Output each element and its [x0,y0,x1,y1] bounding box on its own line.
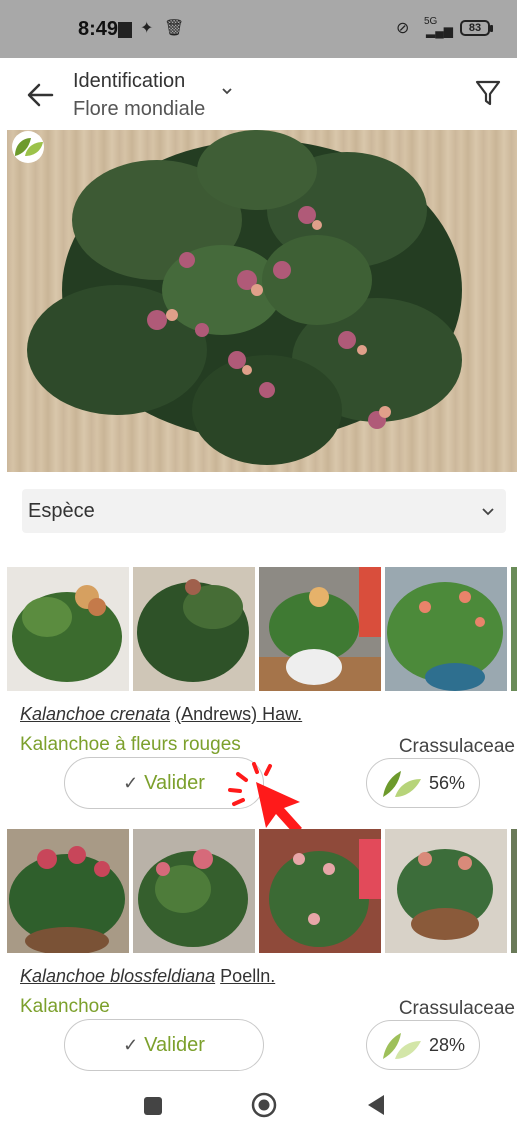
result-thumbnail[interactable] [259,829,381,953]
common-name: Kalanchoe [20,996,110,1017]
confidence-score: 56% [366,758,480,808]
home-button[interactable] [249,1091,279,1119]
check-icon: ✓ [123,773,139,793]
result-thumbnail[interactable] [259,567,381,691]
scientific-name[interactable]: Kalanchoe blossfeldiana Poelln. [20,966,275,987]
mute-icon: ⊘ [396,20,410,37]
common-name: Kalanchoe à fleurs rouges [20,734,241,755]
species-author: Poelln. [220,966,276,986]
result-thumbnail[interactable] [511,829,517,953]
back-nav-button[interactable] [364,1091,388,1119]
result-thumbnail[interactable] [385,829,507,953]
notification-square-icon [118,22,132,38]
flora-selector[interactable]: Flore mondiale [73,98,205,121]
species-name-link[interactable]: Kalanchoe blossfeldiana [20,966,215,986]
leaf-icon [12,131,44,163]
battery-indicator: 83 [460,20,493,36]
chevron-down-icon [482,508,494,516]
leaf-icon [383,1033,421,1059]
result-thumbnail[interactable] [511,567,517,691]
recents-button[interactable] [142,1091,164,1119]
query-photo[interactable] [7,130,517,472]
validate-button[interactable]: ✓ Valider [64,1019,264,1071]
validate-label: Valider [144,1034,205,1056]
family-name: Crassulaceae [398,736,515,757]
species-author: (Andrews) Haw. [175,704,303,724]
check-icon: ✓ [123,1035,139,1055]
arrow-left-icon[interactable] [24,80,56,110]
result-thumbnail[interactable] [133,829,255,953]
result-images [7,829,517,953]
app-header: Identification Flore mondiale [0,58,517,130]
filter-icon[interactable] [474,78,502,108]
status-time: 8:49 [78,18,119,40]
score-percent: 56% [429,773,466,793]
score-percent: 28% [429,1035,466,1055]
result-thumbnail[interactable] [385,567,507,691]
rank-dropdown[interactable]: Espèce [22,489,506,533]
result-thumbnail[interactable] [7,567,129,691]
rank-selected: Espèce [28,500,95,522]
result-thumbnail[interactable] [7,829,129,953]
scientific-name[interactable]: Kalanchoe crenata (Andrews) Haw. [20,704,302,725]
validate-label: Valider [144,772,205,794]
result-images [7,567,517,691]
status-bar: 8:49 ✦ 🗑 ⊘ 5G ▂▄▆ 83 [0,0,517,58]
page-title[interactable]: Identification [73,70,185,93]
confidence-score: 28% [366,1020,480,1070]
signal-icon: ▂▄▆ [426,24,453,38]
family-name: Crassulaceae [398,998,515,1019]
trash-notification-icon: 🗑 [164,20,185,37]
species-name-link[interactable]: Kalanchoe crenata [20,704,170,724]
chevron-down-icon[interactable] [220,84,234,98]
result-thumbnail[interactable] [133,567,255,691]
notification-app-icon: ✦ [140,20,154,37]
leaf-icon [383,771,421,797]
tap-indicator-icon [228,762,302,834]
system-nav-bar [0,1085,517,1129]
plant-photo [27,130,462,465]
